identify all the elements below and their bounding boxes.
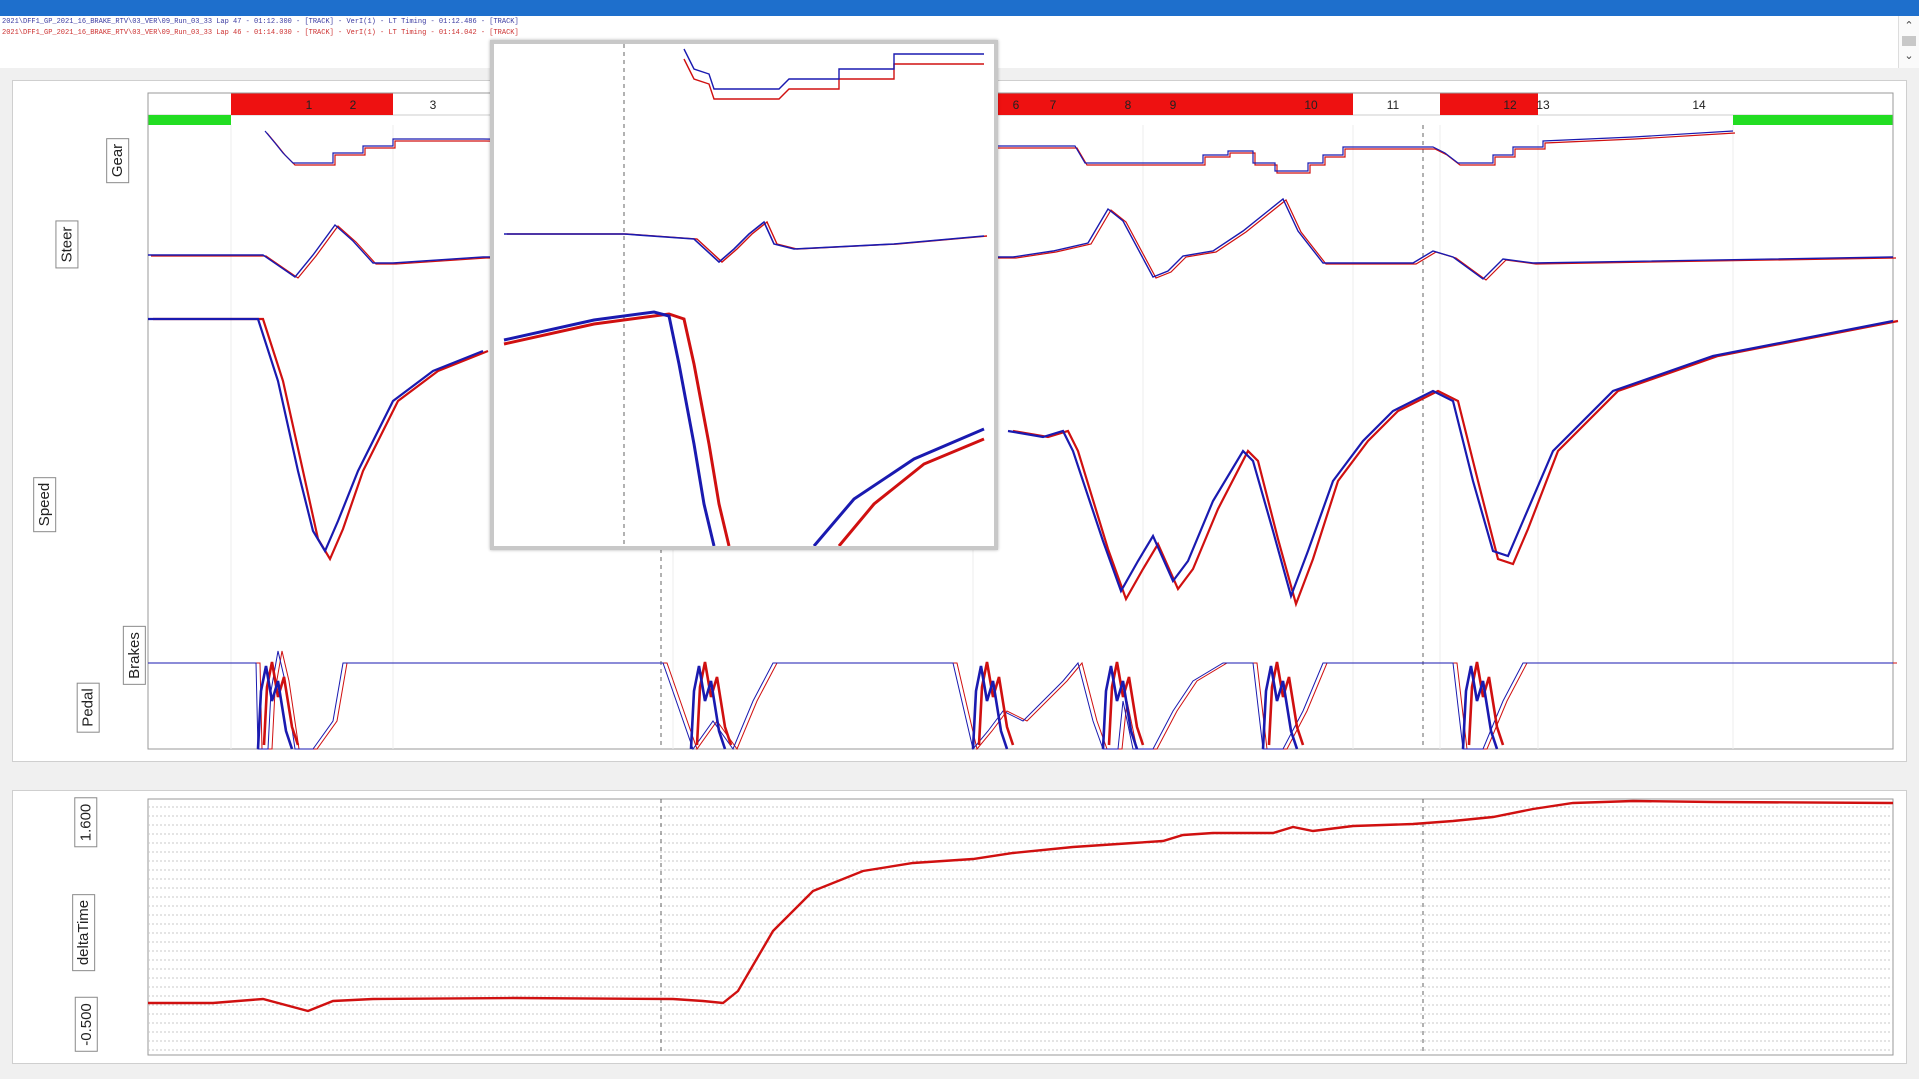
speed-trace-red-2 bbox=[1012, 319, 1899, 608]
gear-trace-blue bbox=[264, 130, 1734, 172]
plot-border bbox=[147, 92, 1894, 750]
corner-number-label: 11 bbox=[1387, 98, 1400, 112]
lap-entry-blue[interactable]: 2021\DFF1_GP_2021_16_BRAKE_RTV\03_VER\09… bbox=[2, 18, 519, 26]
straight-zone-0 bbox=[148, 115, 231, 125]
steer-axis-label: Steer bbox=[55, 220, 79, 269]
title-bar bbox=[0, 0, 1919, 16]
corner-number-label: 8 bbox=[1125, 98, 1132, 112]
corner-number-label: 13 bbox=[1536, 98, 1550, 112]
corner-number-label: 12 bbox=[1503, 98, 1517, 112]
straight-zone-1 bbox=[1733, 115, 1893, 125]
corner-zone-2 bbox=[1440, 93, 1538, 115]
delta-time-chart[interactable] bbox=[13, 791, 1906, 1063]
corner-number-label: 14 bbox=[1692, 98, 1706, 112]
corner-number-label: 2 bbox=[350, 98, 357, 112]
telemetry-traces bbox=[148, 130, 1899, 751]
pedal-axis-label: Pedal bbox=[76, 682, 100, 733]
zoom-speed-blue-2 bbox=[812, 427, 985, 547]
corner-sector-bar: 1 2 3 6 7 8 9 10 11 12 13 14 bbox=[147, 92, 1894, 125]
zoom-magnifier[interactable] bbox=[490, 40, 998, 550]
delta-grid bbox=[147, 798, 1894, 1056]
corner-number-label: 10 bbox=[1304, 98, 1318, 112]
speed-trace-red-1 bbox=[153, 317, 489, 562]
corner-number-label: 1 bbox=[306, 98, 313, 112]
chevron-up-icon[interactable]: ⌃ bbox=[1899, 16, 1919, 36]
zoom-speed-red-1 bbox=[503, 312, 731, 547]
zoom-traces bbox=[503, 44, 988, 547]
lap-entry-red[interactable]: 2021\DFF1_GP_2021_16_BRAKE_RTV\03_VER\09… bbox=[2, 29, 519, 37]
corner-number-label: 3 bbox=[430, 98, 437, 112]
speed-trace-blue-1 bbox=[148, 317, 484, 554]
delta-time-axis-label: deltaTime bbox=[72, 893, 96, 972]
brakes-axis-label: Brakes bbox=[122, 626, 146, 685]
chart-grid bbox=[147, 92, 1894, 750]
pedal-trace-blue bbox=[148, 650, 1893, 751]
scrollbar-thumb[interactable] bbox=[1902, 36, 1916, 46]
steer-trace-blue bbox=[148, 197, 1894, 280]
speed-trace-blue-2 bbox=[1007, 319, 1894, 600]
corner-number-label: 9 bbox=[1170, 98, 1177, 112]
zoom-gear-blue bbox=[683, 48, 984, 90]
steer-trace-red bbox=[151, 199, 1897, 281]
speed-axis-label: Speed bbox=[33, 476, 57, 533]
lap-list-scrollbar[interactable]: ⌃ ⌄ bbox=[1898, 16, 1919, 68]
zoom-speed-red-2 bbox=[837, 437, 985, 547]
delta-min-label: -0.500 bbox=[74, 997, 98, 1052]
corner-number-label: 6 bbox=[1013, 98, 1020, 112]
zoom-chart bbox=[503, 44, 988, 547]
delta-max-label: 1.600 bbox=[74, 797, 98, 848]
delta-plot-border bbox=[147, 798, 1894, 1056]
gear-axis-label: Gear bbox=[106, 137, 130, 184]
zoom-speed-blue-1 bbox=[503, 310, 716, 547]
delta-time-panel: 1.600 deltaTime -0.500 bbox=[12, 790, 1907, 1064]
pedal-trace-red bbox=[152, 650, 1897, 751]
corner-number-label: 7 bbox=[1050, 98, 1057, 112]
chevron-down-icon[interactable]: ⌄ bbox=[1899, 46, 1919, 66]
